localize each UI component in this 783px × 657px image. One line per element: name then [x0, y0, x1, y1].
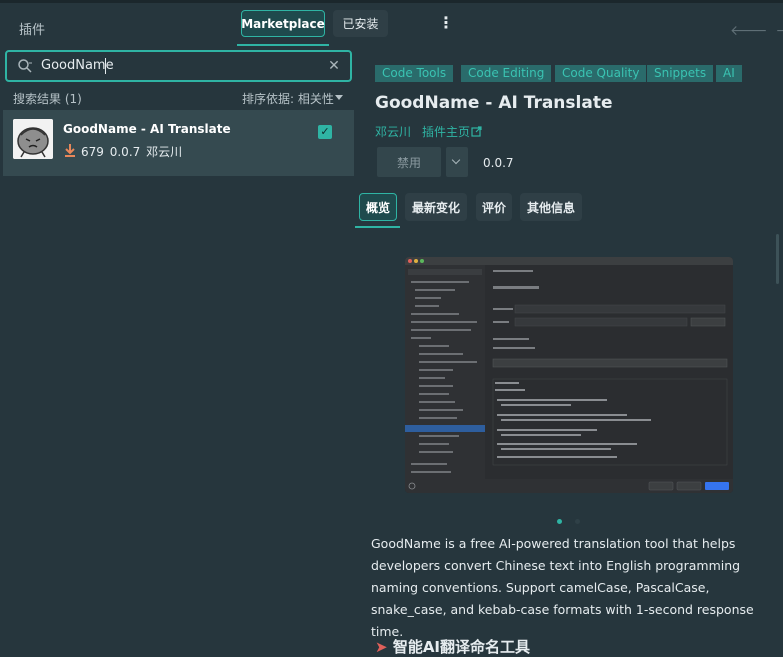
clear-icon[interactable]: ✕	[327, 56, 341, 76]
tag-code-quality[interactable]: Code Quality	[555, 65, 647, 82]
external-link-icon	[471, 126, 482, 137]
tag-code-tools[interactable]: Code Tools	[375, 65, 454, 82]
disable-options-button[interactable]	[446, 147, 468, 177]
tab-marketplace[interactable]: Marketplace	[241, 10, 325, 37]
plugin-screenshot[interactable]	[405, 257, 733, 493]
tab-installed[interactable]: 已安装	[333, 10, 388, 37]
plugin-logo-icon	[13, 119, 53, 159]
tab-marketplace-underline	[237, 44, 329, 46]
tag-code-editing[interactable]: Code Editing	[461, 65, 552, 82]
plugin-vendor: 邓云川	[146, 145, 183, 159]
download-count: 679	[81, 145, 104, 159]
chevron-down-icon	[451, 155, 461, 165]
checkbox-icon[interactable]: ✓	[318, 125, 332, 139]
plugin-name: GoodName - AI Translate	[63, 122, 231, 136]
search-icon	[18, 59, 32, 73]
plugin-description: GoodName is a free AI-powered translatio…	[371, 536, 754, 639]
download-icon	[65, 144, 75, 157]
heading-icon: ➤	[375, 638, 388, 656]
author-link[interactable]: 邓云川	[375, 123, 411, 140]
plugin-title: GoodName - AI Translate	[375, 93, 613, 113]
scrollbar[interactable]	[776, 234, 779, 284]
plugin-version: 0.0.7	[109, 145, 141, 159]
section-heading-text: 智能AI翻译命名工具	[392, 638, 531, 656]
homepage-label: 插件主页	[422, 125, 471, 139]
carousel-dot[interactable]	[575, 519, 580, 524]
results-count: 搜索结果 (1)	[13, 92, 82, 106]
forward-arrow-icon[interactable]: 🡒	[776, 23, 783, 39]
detail-version: 0.0.7	[483, 156, 514, 170]
disable-button[interactable]: 禁用	[377, 147, 441, 177]
back-arrow-icon[interactable]: 🡐	[730, 23, 776, 39]
homepage-link[interactable]: 插件主页	[422, 123, 482, 140]
carousel-dot-active[interactable]	[557, 519, 562, 524]
sort-dropdown[interactable]: 排序依据: 相关性	[242, 90, 334, 107]
text-caret	[105, 58, 106, 74]
tab-changelog[interactable]: 最新变化	[405, 193, 467, 221]
tab-overview[interactable]: 概览	[359, 193, 397, 221]
window-title: 插件	[19, 23, 46, 38]
chevron-down-icon[interactable]	[335, 95, 343, 100]
top-bar	[0, 0, 783, 50]
plugin-meta: 679 0.0.7 邓云川	[81, 143, 182, 160]
tab-overview-underline	[355, 226, 400, 228]
tag-ai[interactable]: AI	[716, 65, 742, 82]
tab-additional-info[interactable]: 其他信息	[520, 193, 582, 221]
tag-snippets[interactable]: Snippets	[647, 65, 714, 82]
search-value[interactable]: GoodName	[41, 58, 114, 73]
tab-reviews[interactable]: 评价	[476, 193, 512, 221]
nav-arrows: 🡐🡒	[730, 22, 783, 39]
section-heading: ➤ 智能AI翻译命名工具	[375, 636, 530, 657]
kebab-icon[interactable]: ⋮	[438, 14, 454, 32]
